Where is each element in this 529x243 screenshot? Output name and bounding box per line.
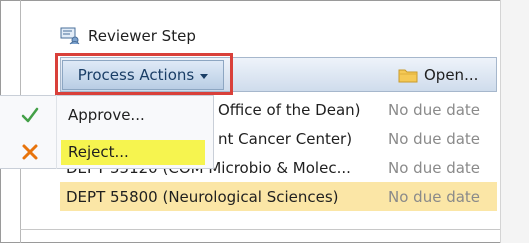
x-icon <box>22 144 38 160</box>
open-label: Open... <box>424 66 479 84</box>
panel-bottom-border <box>20 229 500 230</box>
list-item-due-date: No due date <box>388 129 481 148</box>
list-item-due-date: No due date <box>388 187 481 206</box>
menu-item-approve-label: Approve... <box>68 106 145 124</box>
open-button[interactable]: Open... <box>392 62 484 88</box>
list-item-due-date: No due date <box>388 158 481 177</box>
list-item-name: nt Cancer Center) <box>218 129 353 148</box>
menu-item-reject[interactable]: Reject... <box>0 137 213 167</box>
list-item-due-date: No due date <box>388 100 481 119</box>
folder-icon <box>398 69 418 83</box>
reviewer-step-header: Reviewer Step <box>60 26 196 46</box>
list-item-name: DEPT 55800 (Neurological Sciences) <box>66 187 339 206</box>
check-icon <box>21 107 39 123</box>
right-scroll-gutter[interactable] <box>500 0 529 243</box>
reviewer-step-icon <box>60 27 80 45</box>
menu-item-reject-label: Reject... <box>68 143 129 161</box>
reviewer-step-title: Reviewer Step <box>88 27 196 45</box>
annotation-highlight-box <box>55 53 233 95</box>
list-item-name: Office of the Dean) <box>218 100 361 119</box>
list-item-selected[interactable]: DEPT 55800 (Neurological Sciences) No du… <box>60 182 497 211</box>
menu-item-approve[interactable]: Approve... <box>0 100 213 130</box>
